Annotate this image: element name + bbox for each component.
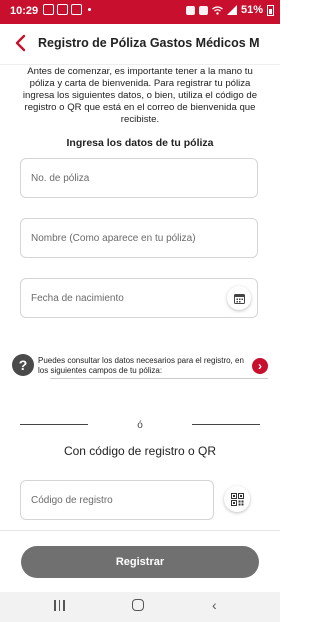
birthdate-field[interactable] (20, 278, 258, 318)
or-label: ó (137, 420, 143, 431)
status-bar: 10:29 51% (0, 0, 280, 24)
register-button[interactable]: Registrar (21, 546, 259, 578)
form-section-title: Ingresa los datos de tu póliza (66, 137, 214, 149)
calendar-button[interactable] (227, 286, 251, 310)
registration-code-input[interactable] (31, 481, 201, 519)
system-back-icon[interactable]: ‹ (212, 597, 217, 613)
status-right-icons: 51% (185, 4, 274, 16)
battery-icon (267, 4, 274, 16)
back-arrow-icon[interactable] (12, 34, 30, 52)
home-icon[interactable] (132, 599, 144, 611)
help-banner[interactable]: ? Puedes consultar los datos necesarios … (12, 352, 268, 382)
wifi-icon (212, 5, 223, 15)
recent-apps-icon[interactable] (54, 600, 66, 612)
notification-icon (57, 4, 68, 15)
chevron-right-icon[interactable]: › (252, 358, 268, 374)
photo-icon (43, 4, 54, 15)
signal-icon (226, 5, 237, 15)
messaging-icon (71, 4, 82, 15)
battery-percent: 51% (240, 4, 263, 16)
question-icon: ? (12, 354, 34, 376)
calendar-icon (233, 293, 245, 304)
birthdate-input[interactable] (31, 279, 231, 317)
name-field[interactable] (20, 218, 258, 258)
policy-number-field[interactable] (20, 158, 258, 198)
app-header: Registro de Póliza Gastos Médicos M (0, 24, 280, 65)
divider-right (192, 424, 260, 425)
name-input[interactable] (31, 219, 231, 257)
intro-text: Antes de comenzar, es importante tener a… (22, 66, 258, 125)
page-title: Registro de Póliza Gastos Médicos M (38, 36, 260, 50)
help-underline (50, 378, 268, 379)
qr-section-title: Con código de registro o QR (63, 444, 217, 458)
more-notifications-dot (88, 8, 91, 11)
policy-number-input[interactable] (31, 159, 231, 197)
alarm-icon (185, 5, 195, 15)
qr-scan-button[interactable] (224, 486, 250, 512)
system-nav-bar: ‹ (0, 592, 280, 622)
status-time: 10:29 (10, 5, 39, 17)
status-left-icons (43, 4, 91, 15)
help-text: Puedes consultar los datos necesarios pa… (38, 356, 244, 375)
footer-separator (0, 530, 280, 531)
qr-code-icon (230, 492, 244, 506)
mute-icon (198, 5, 208, 15)
registration-code-field[interactable] (20, 480, 214, 520)
